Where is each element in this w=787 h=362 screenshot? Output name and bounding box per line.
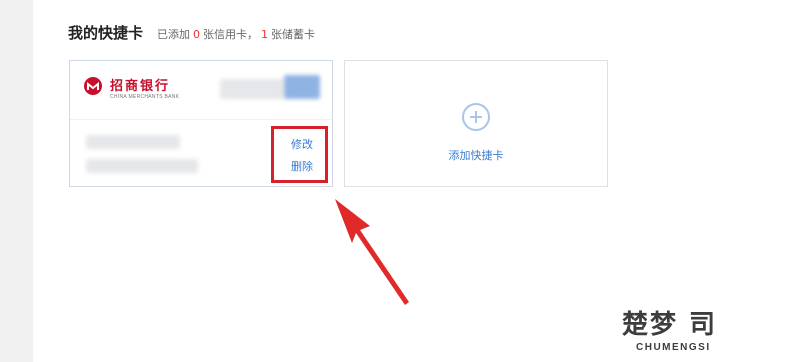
left-gutter: [0, 0, 33, 362]
summary-prefix: 已添加: [157, 28, 191, 41]
delete-card-link[interactable]: 删除: [291, 158, 313, 174]
masked-card-number: [220, 79, 284, 99]
red-arrow-icon: [335, 199, 409, 305]
card-header: 招商银行 CHINA MERCHANTS BANK: [70, 61, 332, 120]
edit-card-link[interactable]: 修改: [291, 136, 313, 152]
bank-name: 招商银行: [110, 79, 171, 94]
masked-holder-name: [86, 135, 180, 149]
section-title: 我的快捷卡: [68, 24, 144, 42]
add-quick-card-label: 添加快捷卡: [448, 149, 504, 162]
card-count-summary: 已添加 0 张信用卡， 1 张储蓄卡: [157, 26, 315, 42]
bank-name-en: CHINA MERCHANTS BANK: [110, 94, 180, 100]
credit-card-label: 张信用卡，: [203, 28, 259, 41]
watermark-main: 楚梦 司: [622, 310, 718, 340]
highlight-box: [271, 126, 328, 183]
add-quick-card-button[interactable]: 添加快捷卡: [344, 60, 608, 187]
debit-card-count: 1: [261, 28, 269, 41]
masked-card-detail: [86, 159, 198, 173]
bank-logo-icon: [84, 77, 102, 95]
watermark-sub: CHUMENGSI: [636, 342, 711, 353]
section-header: 我的快捷卡 已添加 0 张信用卡， 1 张储蓄卡: [68, 22, 315, 42]
debit-card-label: 张储蓄卡: [271, 28, 316, 41]
masked-card-type-badge: [284, 75, 320, 99]
plus-icon: [462, 103, 490, 131]
watermark-logo: 楚梦 司 CHUMENGSI: [612, 300, 787, 362]
credit-card-count: 0: [193, 28, 201, 41]
